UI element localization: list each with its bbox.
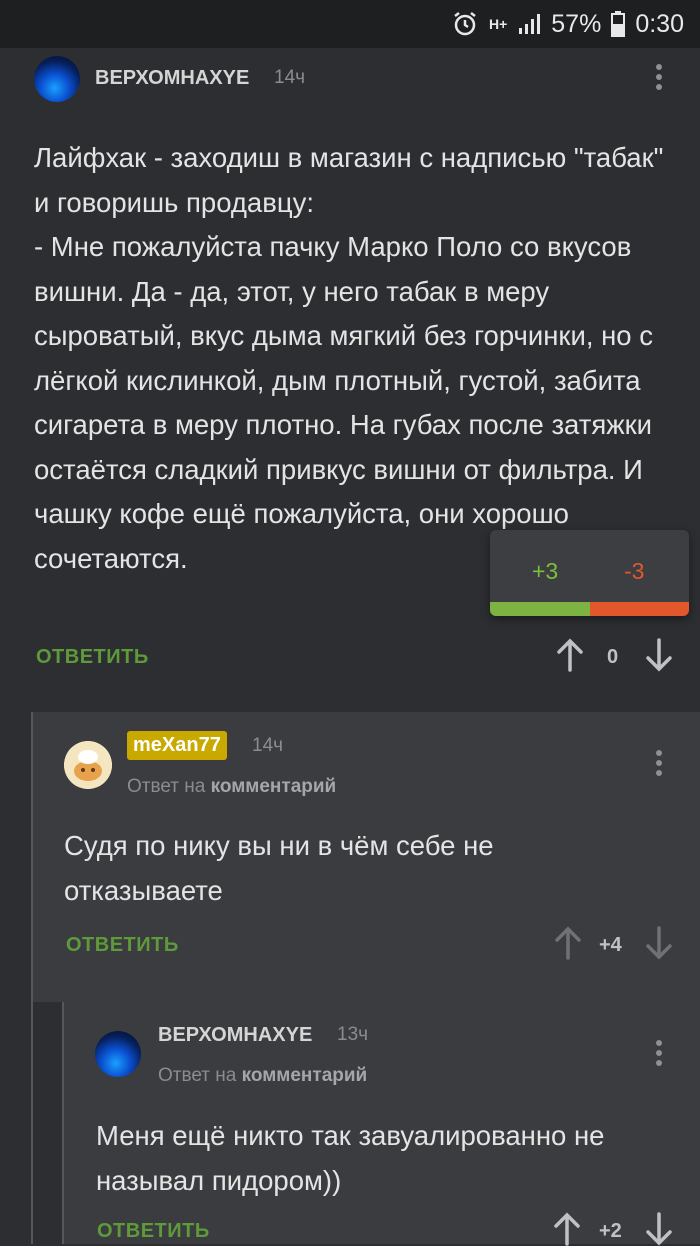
reply-button[interactable]: ОТВЕТИТЬ — [36, 646, 149, 669]
more-options-icon[interactable] — [656, 1040, 662, 1070]
reply-to-line[interactable]: Ответ на комментарий — [158, 1065, 367, 1087]
downvote-arrow-icon[interactable] — [644, 638, 674, 672]
avatar[interactable] — [34, 56, 80, 102]
reply-to-link[interactable]: комментарий — [211, 776, 337, 797]
comment-time: 14ч — [274, 67, 306, 88]
comment-text: Судя по нику вы ни в чём себе не отказыв… — [64, 830, 494, 906]
thread-gap — [33, 1002, 62, 1244]
comment-username[interactable]: ВЕРХОМНАХYЕ — [95, 67, 249, 90]
more-options-icon[interactable] — [656, 64, 662, 94]
vote-score: +4 — [599, 934, 622, 956]
comment-time: 13ч — [337, 1024, 369, 1045]
upvote-arrow-icon[interactable] — [552, 1212, 582, 1246]
reply-to-line[interactable]: Ответ на комментарий — [127, 776, 336, 798]
battery-percent: 57% — [551, 9, 602, 38]
comment-username[interactable]: ВЕРХОМНАХYЕ — [158, 1024, 312, 1047]
avatar[interactable] — [95, 1031, 141, 1077]
status-bar: H+ 57% 0:30 — [0, 0, 700, 48]
network-type: H+ — [488, 16, 508, 32]
reply-button[interactable]: ОТВЕТИТЬ — [97, 1220, 210, 1243]
upvote-arrow-icon[interactable] — [555, 638, 585, 672]
comment-username[interactable]: meXan77 — [127, 731, 227, 760]
comment-text: Меня ещё никто так завуалированно не наз… — [96, 1120, 605, 1196]
comment-text: Лайфхак - заходиш в магазин с надписью "… — [34, 142, 664, 574]
signal-bars-icon — [519, 14, 541, 34]
vote-breakdown-popup: +3 -3 — [490, 530, 689, 616]
avatar[interactable] — [64, 741, 112, 789]
reply-comment: ВЕРХОМНАХYЕ 13ч Ответ на комментарий Мен… — [64, 1002, 700, 1246]
clock-time: 0:30 — [635, 9, 684, 38]
alarm-clock-icon — [454, 12, 476, 36]
vote-score: 0 — [607, 646, 619, 668]
downvote-arrow-icon[interactable] — [644, 926, 674, 960]
upvote-arrow-icon[interactable] — [553, 926, 583, 960]
reply-to-prefix: Ответ на — [158, 1065, 237, 1086]
upvote-share-bar — [490, 602, 590, 616]
downvote-count: -3 — [624, 558, 645, 584]
upvote-count: +3 — [532, 558, 559, 584]
comment-time: 14ч — [252, 735, 284, 756]
cartoon-avatar-icon — [64, 741, 112, 789]
vote-score: +2 — [599, 1220, 622, 1242]
reply-to-link[interactable]: комментарий — [242, 1065, 368, 1086]
more-options-icon[interactable] — [656, 750, 662, 780]
battery-icon — [611, 11, 626, 37]
downvote-share-bar — [590, 602, 689, 616]
reply-button[interactable]: ОТВЕТИТЬ — [66, 934, 179, 957]
downvote-arrow-icon[interactable] — [644, 1212, 674, 1246]
reply-to-prefix: Ответ на — [127, 776, 206, 797]
reply-comment: meXan77 14ч Ответ на комментарий Судя по… — [33, 712, 700, 1002]
status-icons: H+ 57% 0:30 — [451, 8, 684, 40]
